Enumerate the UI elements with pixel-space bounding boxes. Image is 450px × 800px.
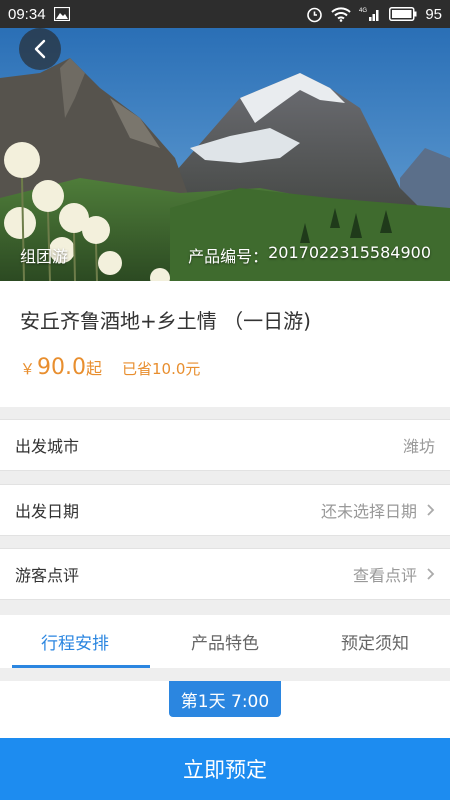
currency-symbol: ￥ — [20, 360, 36, 378]
chevron-right-icon — [427, 568, 435, 580]
product-code: 产品编号： 2017022315584900 — [188, 243, 431, 267]
chevron-left-icon — [34, 39, 46, 59]
row-departure-date[interactable]: 出发日期 还未选择日期 — [0, 484, 450, 536]
book-now-button[interactable]: 立即预定 — [0, 738, 450, 800]
row-label: 出发日期 — [15, 502, 80, 521]
price-value: 90.0 — [37, 355, 86, 380]
battery-percent: 95 — [425, 5, 442, 23]
tab-notice[interactable]: 预定须知 — [300, 615, 450, 668]
image-notification-icon — [53, 7, 70, 21]
row-reviews[interactable]: 游客点评 查看点评 — [0, 548, 450, 600]
wifi-icon — [331, 6, 352, 22]
hero-image: 组团游 产品编号： 2017022315584900 — [0, 28, 450, 281]
status-time: 09:34 — [8, 5, 46, 23]
alarm-icon — [307, 7, 323, 22]
product-code-value: 2017022315584900 — [268, 243, 431, 262]
day-badge: 第1天 7:00 — [169, 681, 281, 717]
row-departure-city: 出发城市 潍坊 — [0, 419, 450, 471]
row-label: 出发城市 — [15, 437, 80, 456]
status-bar: 09:34 4G 95 — [0, 0, 450, 28]
schedule-section: 第1天 7:00 — [0, 681, 450, 738]
row-value: 潍坊 — [402, 437, 435, 456]
row-value: 查看点评 — [352, 566, 417, 585]
tab-itinerary[interactable]: 行程安排 — [0, 615, 150, 668]
tab-features[interactable]: 产品特色 — [150, 615, 300, 668]
product-title: 安丘齐鲁酒地+乡土情 （一日游) — [20, 309, 311, 333]
price-row: ￥ 90.0 起 已省10.0元 — [20, 355, 200, 380]
saved-amount: 已省10.0元 — [122, 360, 201, 378]
row-value: 还未选择日期 — [320, 502, 417, 521]
row-label: 游客点评 — [15, 566, 80, 585]
svg-text:4G: 4G — [359, 8, 367, 14]
tour-type-label: 组团游 — [20, 247, 69, 266]
price-suffix: 起 — [86, 359, 103, 378]
cellular-signal-icon: 4G — [359, 8, 379, 21]
back-button[interactable] — [19, 28, 61, 70]
detail-tabs: 行程安排 产品特色 预定须知 — [0, 615, 450, 668]
product-code-label: 产品编号： — [188, 247, 269, 266]
product-info-card: 安丘齐鲁酒地+乡土情 （一日游) ￥ 90.0 起 已省10.0元 — [0, 281, 450, 407]
chevron-right-icon — [427, 504, 435, 516]
battery-icon — [389, 7, 417, 21]
